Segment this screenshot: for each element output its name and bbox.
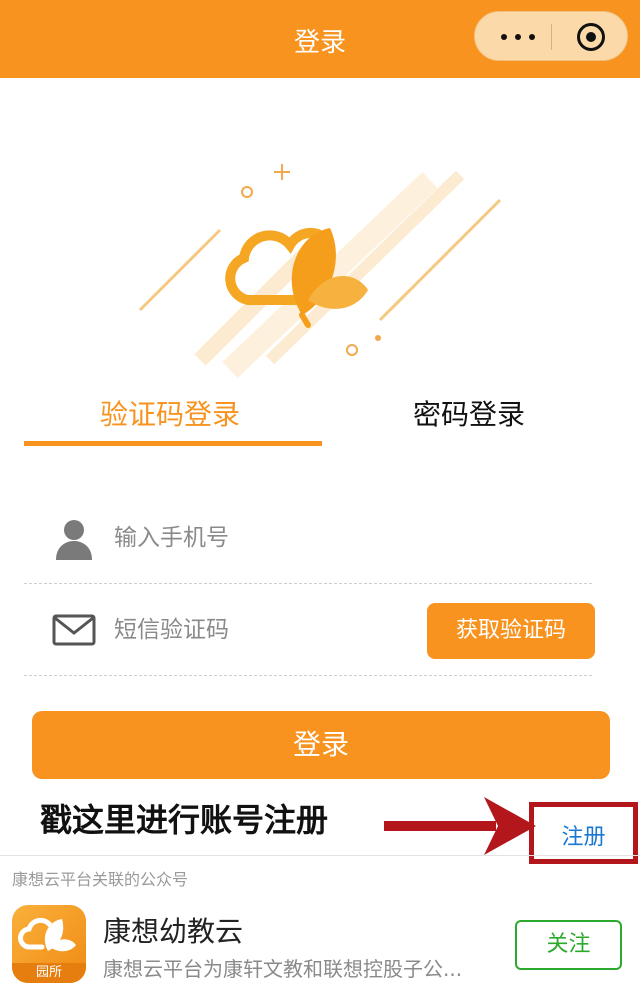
capsule-divider <box>551 24 552 50</box>
official-account-header: 康想云平台关联的公众号 <box>12 870 189 889</box>
sms-code-input[interactable] <box>114 606 414 654</box>
phone-row <box>24 492 592 584</box>
more-dots-icon[interactable] <box>499 21 539 51</box>
active-tab-indicator <box>24 441 322 446</box>
official-account-avatar[interactable]: 园所 <box>12 905 86 983</box>
phone-input[interactable] <box>114 514 414 562</box>
official-account-description: 康想云平台为康轩文教和联想控股子公... <box>103 957 463 981</box>
follow-button[interactable]: 关注 <box>515 920 622 970</box>
tab-password-login[interactable]: 密码登录 <box>413 393 525 433</box>
login-tabs: 验证码登录 密码登录 <box>0 385 640 455</box>
login-button[interactable]: 登录 <box>32 711 610 779</box>
capsule-menu <box>474 11 628 61</box>
divider <box>0 855 640 856</box>
code-row: 获取验证码 <box>24 584 595 676</box>
user-icon <box>56 520 92 560</box>
register-annotation-text: 戳这里进行账号注册 <box>40 801 329 839</box>
get-code-button[interactable]: 获取验证码 <box>427 603 595 659</box>
target-icon[interactable] <box>577 23 605 51</box>
register-link[interactable]: 注册 <box>534 819 633 851</box>
tab-sms-login[interactable]: 验证码登录 <box>100 393 240 433</box>
avatar-badge: 园所 <box>12 963 86 983</box>
cloud-logo-illustration <box>130 150 510 380</box>
cloud-icon <box>18 917 76 952</box>
arrow-right-icon <box>384 797 536 855</box>
official-account-name: 康想幼教云 <box>103 915 244 948</box>
nav-bar: 登录 <box>0 0 640 78</box>
mail-icon <box>52 614 96 646</box>
